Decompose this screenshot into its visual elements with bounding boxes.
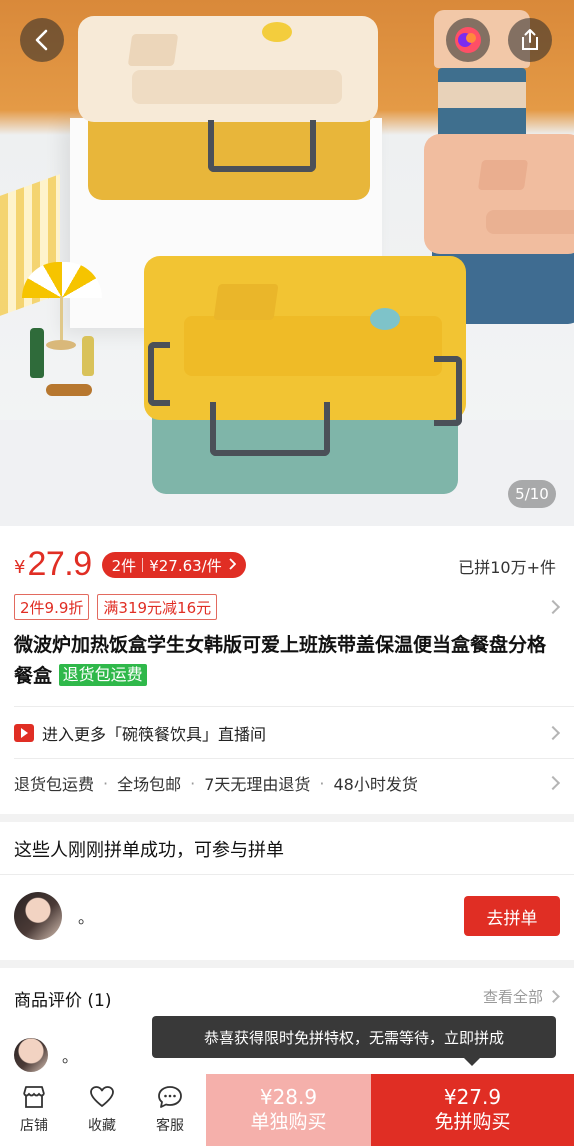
- avatar: [14, 892, 62, 940]
- buy-group-label: 免拼购买: [434, 1111, 511, 1133]
- nav-store-button[interactable]: 店铺: [0, 1074, 68, 1146]
- divider: [14, 706, 574, 707]
- see-all-label: 查看全部: [482, 988, 543, 1006]
- image-prop-bottle: [30, 328, 44, 378]
- service-separator: ·: [190, 773, 196, 793]
- store-icon: [21, 1085, 47, 1109]
- review-user-name: 。: [62, 1047, 79, 1066]
- multi-piece-price: ¥27.63/件: [149, 556, 222, 575]
- live-video-icon: [14, 724, 34, 742]
- brand-badge-button[interactable]: [446, 18, 490, 62]
- heart-icon: [89, 1085, 115, 1109]
- join-group-button[interactable]: 去拼单: [464, 896, 560, 936]
- product-title: 微波炉加热饭盒学生女韩版可爱上班族带盖保温便当盒餐盘分格餐盒 退货包运费: [14, 630, 554, 692]
- product-image-gallery[interactable]: 5/10: [0, 0, 574, 526]
- service-guarantees[interactable]: 退货包运费 · 全场包邮 · 7天无理由退货 · 48小时发货: [14, 766, 418, 800]
- share-button[interactable]: [508, 18, 552, 62]
- nav-favorite-button[interactable]: 收藏: [68, 1074, 136, 1146]
- chevron-right-icon: [228, 556, 237, 574]
- chat-icon: [157, 1085, 183, 1109]
- nav-service-label: 客服: [156, 1118, 184, 1134]
- nav-favorite-label: 收藏: [88, 1118, 116, 1134]
- nav-service-button[interactable]: 客服: [136, 1074, 204, 1146]
- buy-alone-button[interactable]: ¥28.9 单独购买: [206, 1074, 371, 1146]
- promo-tag-coupon[interactable]: 满319元减16元: [97, 594, 218, 620]
- service-separator: ·: [103, 773, 109, 793]
- divider: [0, 874, 574, 875]
- image-lunchbox-back: [72, 10, 384, 210]
- badge-separator: [142, 558, 144, 572]
- back-button[interactable]: [20, 18, 64, 62]
- group-buy-row: 。 去拼单: [14, 886, 560, 946]
- review-item[interactable]: 。: [14, 1038, 78, 1072]
- share-icon: [519, 28, 541, 52]
- product-info-card: ¥ 27.9 2件 ¥27.63/件 已拼10万+件 2件9.9折 满319元减…: [0, 526, 574, 814]
- live-room-link[interactable]: 进入更多「碗筷餐饮具」直播间: [14, 716, 266, 750]
- nav-store-label: 店铺: [20, 1118, 48, 1134]
- service-item: 全场包邮: [117, 775, 182, 794]
- currency-symbol: ¥: [14, 557, 26, 578]
- group-buy-section: 这些人刚刚拼单成功，可参与拼单 。 去拼单: [0, 822, 574, 960]
- image-prop-umbrella-base: [46, 340, 76, 350]
- group-buy-heading: 这些人刚刚拼单成功，可参与拼单: [14, 840, 284, 861]
- promo-tag-discount[interactable]: 2件9.9折: [14, 594, 90, 620]
- divider: [14, 758, 574, 759]
- multi-piece-qty: 2件: [111, 556, 137, 575]
- service-item: 48小时发货: [333, 775, 418, 794]
- chevron-right-icon: [547, 990, 560, 1003]
- bottom-action-bar: 店铺 收藏 客服 ¥28.9 单独购买 ¥27.9 免拼购买: [0, 1074, 574, 1146]
- live-room-text: 进入更多「碗筷餐饮具」直播间: [42, 725, 267, 744]
- multi-piece-price-badge[interactable]: 2件 ¥27.63/件: [101, 552, 246, 578]
- sold-count: 已拼10万+件: [458, 558, 556, 577]
- image-prop-bottle: [46, 384, 92, 396]
- see-all-reviews-link[interactable]: 查看全部: [482, 986, 560, 1007]
- price-row: ¥ 27.9 2件 ¥27.63/件: [14, 544, 246, 584]
- buy-without-group-button[interactable]: ¥27.9 免拼购买: [371, 1074, 574, 1146]
- image-prop-umbrella-pole: [60, 296, 63, 344]
- service-separator: ·: [319, 773, 325, 793]
- chevron-left-icon: [33, 29, 51, 51]
- buy-group-price: ¥27.9: [443, 1085, 502, 1109]
- service-item: 退货包运费: [14, 775, 95, 794]
- live-chevron-icon[interactable]: [545, 725, 561, 741]
- group-price: 27.9: [27, 545, 92, 583]
- image-prop-bottle: [82, 336, 94, 376]
- group-user-name: 。: [78, 908, 95, 927]
- free-group-toast: 恭喜获得限时免拼特权，无需等待，立即拼成: [152, 1016, 556, 1066]
- buy-alone-label: 单独购买: [250, 1111, 327, 1133]
- image-counter: 5/10: [508, 480, 556, 508]
- image-lunchbox-front: [144, 252, 470, 500]
- brand-logo-icon: [454, 26, 482, 54]
- avatar: [14, 1038, 48, 1072]
- buy-alone-price: ¥28.9: [259, 1085, 318, 1109]
- service-item: 7天无理由退货: [204, 775, 311, 794]
- promo-chevron-icon[interactable]: [545, 599, 561, 615]
- promo-tags[interactable]: 2件9.9折 满319元减16元: [14, 594, 218, 620]
- service-chevron-icon[interactable]: [545, 775, 561, 791]
- reviews-heading: 商品评价 (1): [14, 991, 112, 1011]
- return-shipping-tag: 退货包运费: [58, 664, 147, 686]
